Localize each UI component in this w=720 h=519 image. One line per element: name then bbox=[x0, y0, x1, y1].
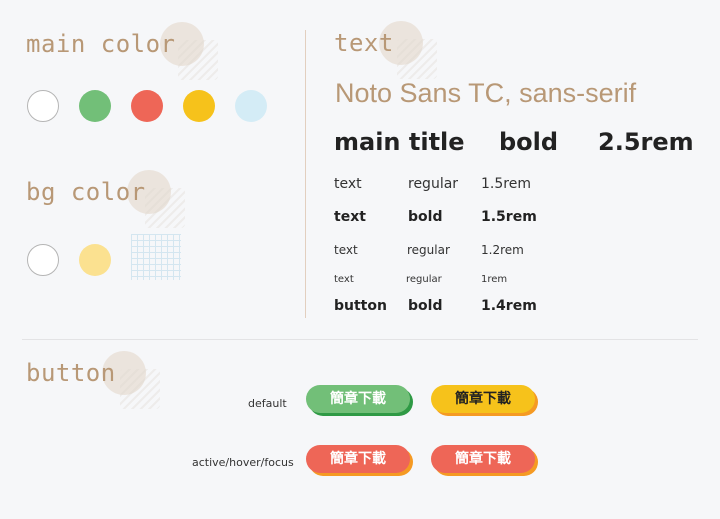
spec-button-weight: bold bbox=[408, 298, 443, 314]
spec-text-bold-weight: bold bbox=[408, 209, 443, 225]
default-state-label: default bbox=[248, 397, 287, 410]
spec-main-title-weight: bold bbox=[499, 128, 559, 156]
download-button-yellow-default[interactable]: 簡章下載 bbox=[431, 385, 535, 413]
bg-swatch-white bbox=[27, 244, 59, 276]
download-button-green-default[interactable]: 簡章下載 bbox=[306, 385, 410, 413]
spec-text-bold-size: 1.5rem bbox=[481, 209, 537, 225]
text-heading: text bbox=[334, 29, 394, 57]
bg-swatch-pale-yellow bbox=[79, 244, 111, 276]
swatch-light-blue bbox=[235, 90, 267, 122]
bg-swatch-grid-pattern bbox=[131, 234, 181, 280]
download-button-yellow-active[interactable]: 簡章下載 bbox=[431, 445, 535, 473]
swatch-yellow bbox=[183, 90, 215, 122]
font-family-sample: Noto Sans TC, sans-serif bbox=[335, 78, 637, 108]
swatch-red bbox=[131, 90, 163, 122]
spec-button-size: 1.4rem bbox=[481, 298, 537, 314]
spec-button-name: button bbox=[334, 298, 387, 314]
vertical-divider bbox=[305, 30, 306, 318]
bg-color-heading: bg color bbox=[26, 178, 146, 206]
spec-main-title-size: 2.5rem bbox=[598, 128, 694, 156]
spec-text-tiny-name: text bbox=[334, 274, 354, 285]
button-heading: button bbox=[26, 359, 116, 387]
download-button-green-active[interactable]: 簡章下載 bbox=[306, 445, 410, 473]
horizontal-divider bbox=[22, 339, 698, 340]
spec-text-regular-weight: regular bbox=[408, 176, 459, 192]
spec-text-regular-size: 1.5rem bbox=[481, 176, 531, 192]
swatch-white bbox=[27, 90, 59, 122]
spec-text-regular-name: text bbox=[334, 176, 362, 192]
spec-text-tiny-size: 1rem bbox=[481, 274, 508, 285]
spec-text-small-size: 1.2rem bbox=[481, 243, 524, 257]
spec-text-small-name: text bbox=[334, 243, 358, 257]
spec-text-bold-name: text bbox=[334, 209, 366, 225]
active-state-label: active/hover/focus bbox=[192, 456, 294, 469]
swatch-green bbox=[79, 90, 111, 122]
main-color-heading: main color bbox=[26, 30, 176, 58]
spec-text-tiny-weight: regular bbox=[406, 274, 442, 285]
spec-text-small-weight: regular bbox=[407, 243, 450, 257]
spec-main-title-name: main title bbox=[334, 128, 465, 156]
